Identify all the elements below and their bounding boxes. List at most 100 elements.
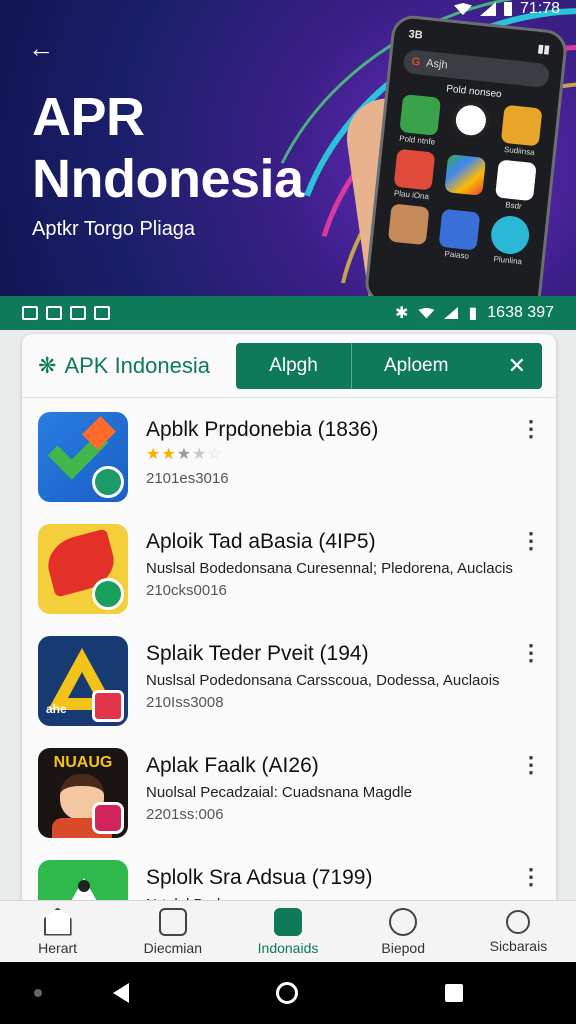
phone-app-label: Paiaso (444, 249, 470, 261)
back-arrow-icon[interactable]: ← (28, 34, 56, 62)
badge-icon (92, 466, 124, 498)
segment-left[interactable]: Alpgh (236, 342, 352, 389)
hero-title-line2: Nndonesia (32, 149, 304, 209)
system-navigation (0, 962, 576, 1024)
nav-label: Herart (38, 939, 78, 956)
more-vert-icon[interactable]: ⋮ (520, 754, 542, 776)
play-store-icon (444, 154, 487, 196)
card-header: ❋ APK Indonesia Alpgh Aploem ✕ (22, 334, 556, 398)
mail-icon (22, 306, 38, 320)
phone-app: Paiaso (435, 208, 483, 261)
nav-item-home[interactable]: Herart (0, 901, 115, 962)
system-recents-icon[interactable] (444, 984, 463, 1002)
hero-title-line1: APR (32, 87, 145, 147)
top-status-bar: 71:78 (453, 0, 560, 18)
dot-icon (78, 880, 90, 892)
clock-icon (450, 99, 492, 142)
phone-status-text: 3B (407, 28, 424, 42)
star-icon: ★ (146, 446, 162, 463)
brand-name: APK Indonesia (64, 352, 210, 378)
notification-icons (22, 306, 110, 320)
phone-app: Plau iOna (389, 148, 437, 201)
app-desc: Nuslsal Bodedonsana Curesennal; Pledoren… (146, 560, 513, 577)
hero-title: APR Nndonesia (32, 86, 304, 210)
battery-icon: ▮ (468, 305, 478, 322)
list-item[interactable]: ahe Splaik Teder Pveit (194) Nuslsal Pod… (22, 624, 556, 736)
system-back-icon[interactable] (113, 983, 130, 1003)
app-meta: 2101es3016 (146, 470, 229, 487)
play-store-icon (495, 159, 538, 202)
phone-signal-icon: ▮▮ (537, 42, 551, 57)
badge-icon (92, 802, 124, 834)
leaf-icon (274, 907, 302, 936)
signal-icon (479, 2, 496, 16)
segmented-control: Alpgh Aploem ✕ (236, 342, 542, 389)
app-title: Splolk Sra Adsua (7199) (146, 866, 373, 889)
list-item[interactable]: Apblk Prpdonebia (1836) ★★★★☆ 2101es3016… (22, 400, 556, 512)
segment-right[interactable]: Aploem ✕ (352, 343, 542, 389)
phone-app-grid: Pold ntnfe Sudiinsa Plau iOna Bsdr Paias… (380, 93, 550, 267)
list-item[interactable]: NUAUG Aplak Faalk (AI26) Nuolsal Pecadza… (22, 736, 556, 848)
app-list: Apblk Prpdonebia (1836) ★★★★☆ 2101es3016… (22, 400, 556, 960)
close-icon[interactable]: ✕ (508, 353, 526, 379)
badge-icon (92, 690, 124, 722)
bluetooth-icon: ✱ (395, 305, 409, 322)
phone-app (384, 203, 432, 256)
star-icon: ☆ (207, 446, 223, 463)
phone-app-label: Plunlina (493, 254, 523, 267)
more-vert-icon[interactable]: ⋮ (520, 530, 542, 552)
icon-text: ahe (46, 702, 67, 716)
phone-app (440, 154, 488, 207)
nav-label: Indonaids (257, 939, 319, 956)
app-desc: Nuslsal Podedonsana Carsscoua, Dodessa, … (146, 672, 500, 689)
camera-icon (158, 907, 187, 936)
app-title: Splaik Teder Pveit (194) (146, 642, 369, 665)
nav-item-camera[interactable]: Diecmian (115, 901, 230, 962)
nav-label: Diecmian (143, 939, 202, 956)
phone-illustration: 3B ▮▮ G Asjh Pold nonseo Pold ntnfe Sudi… (363, 13, 569, 296)
phone-search-text: Asjh (425, 57, 449, 72)
star-icon: ★ (176, 446, 193, 463)
icon-text: NUAUG (53, 754, 113, 771)
app-meta: 210Iss3008 (146, 694, 224, 711)
photo-icon (94, 306, 110, 320)
apk-logo-icon: ❋ (38, 352, 57, 378)
phone-app (446, 99, 494, 152)
app-icon (38, 412, 128, 502)
star-rating: ★★★★☆ (146, 444, 223, 464)
list-item[interactable]: Aploik Tad aBasia (4IP5) Nuslsal Bodedon… (22, 512, 556, 624)
nav-item-profile[interactable]: Biepod (346, 901, 461, 962)
phone-app: Pold ntnfe (395, 94, 443, 147)
hero-subtitle: Aptkr Torgo Pliaga (32, 218, 196, 240)
star-icon: ★ (161, 446, 177, 463)
app-title: Aploik Tad aBasia (4IP5) (146, 530, 376, 553)
more-vert-icon[interactable]: ⋮ (520, 642, 542, 664)
app-icon: NUAUG (38, 748, 128, 838)
signal-icon (444, 307, 459, 319)
image-icon (46, 306, 62, 320)
app-icon (387, 203, 430, 246)
segment-right-label: Aploem (384, 354, 449, 376)
phone-app: Plunlina (486, 214, 534, 267)
nav-label: Biepod (381, 939, 425, 956)
bottom-navigation: Herart Diecmian Indonaids Biepod Sicbara… (0, 900, 576, 962)
chat-icon (70, 306, 86, 320)
brand[interactable]: ❋ APK Indonesia (38, 353, 236, 379)
app-icon (38, 524, 128, 614)
search-icon (506, 909, 531, 934)
more-vert-icon[interactable]: ⋮ (520, 418, 542, 440)
system-home-icon[interactable] (275, 982, 298, 1004)
app-icon (438, 208, 481, 251)
app-title: Aplak Faalk (AI26) (146, 754, 319, 777)
clock: 71:78 (519, 0, 560, 17)
nav-item-indonaids[interactable]: Indonaids (230, 901, 345, 962)
app-icon (393, 148, 435, 191)
app-icon (398, 94, 441, 136)
battery-icon (503, 2, 512, 16)
app-title: Apblk Prpdonebia (1836) (146, 418, 379, 441)
indicator-dot (34, 989, 42, 997)
phone-app-label: Pold ntnfe (398, 133, 436, 147)
nav-item-search[interactable]: Sicbarais (461, 901, 576, 962)
status-text: 1638 397 (487, 304, 554, 321)
more-vert-icon[interactable]: ⋮ (520, 866, 542, 888)
